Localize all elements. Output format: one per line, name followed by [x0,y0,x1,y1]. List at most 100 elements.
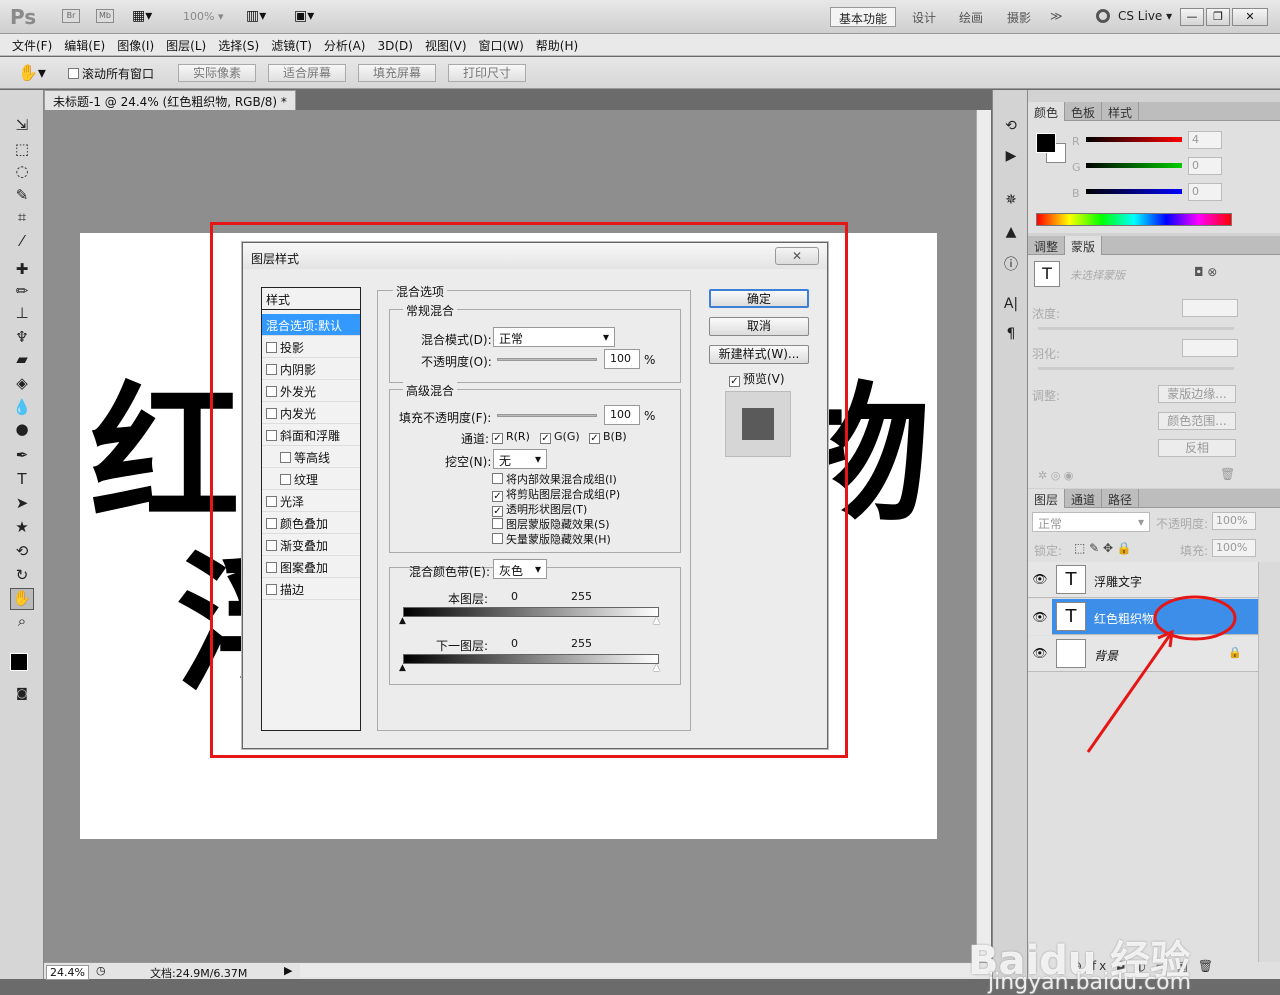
mask-edge-button[interactable]: 蒙版边缘... [1158,385,1236,403]
actual-pixels-button[interactable]: 实际像素 [178,64,256,82]
tab-swatches[interactable]: 色板 [1065,102,1103,121]
healing-brush-tool-icon[interactable]: ✚ [10,260,34,282]
this-layer-black-handle[interactable]: ▲ [399,616,406,626]
layer-opacity-value[interactable]: 100% [1212,512,1256,530]
new-style-button[interactable]: 新建样式(W)... [709,345,809,364]
eye-icon[interactable]: 👁 [1032,572,1048,586]
style-item-stroke[interactable]: 描边 [262,578,360,600]
blend-mode-select[interactable]: 正常 ▾ [493,327,615,347]
actions-panel-icon[interactable]: ▶ [1001,148,1021,168]
blend-if-select[interactable]: 灰色 ▾ [493,559,547,579]
quick-mask-icon[interactable]: ◙ [10,686,34,708]
tab-color[interactable]: 颜色 [1028,102,1066,121]
density-value[interactable] [1182,299,1238,317]
r-slider[interactable] [1086,137,1182,142]
style-item-contour[interactable]: 等高线 [262,446,360,468]
tab-styles[interactable]: 样式 [1102,102,1140,121]
foreground-color-swatch[interactable] [10,653,28,671]
feather-slider[interactable] [1038,367,1234,370]
g-value[interactable]: 0 [1188,157,1222,175]
opacity-input[interactable]: 100 [604,349,640,369]
menu-help[interactable]: 帮助(H) [530,34,584,54]
fill-opacity-input[interactable]: 100 [604,405,640,425]
density-slider[interactable] [1038,327,1234,330]
move-tool-icon[interactable]: ⇲ [10,116,34,138]
tab-channels[interactable]: 通道 [1065,489,1103,508]
hand-tool-icon[interactable]: ✋ [10,588,34,610]
eraser-tool-icon[interactable]: ▰ [10,350,34,372]
menu-edit[interactable]: 编辑(E) [58,34,111,54]
mask-footer-icons[interactable]: ✲ ◎ ◉ [1038,469,1073,482]
3d-orbit-tool-icon[interactable]: ↻ [10,566,34,588]
horizontal-scrollbar[interactable] [300,964,975,977]
screen-mode-icon[interactable]: ▦▾ [132,8,152,24]
layer-fill-value[interactable]: 100% [1212,539,1256,557]
workspace-painting[interactable]: 绘画 [951,7,991,27]
style-item-gradient-overlay[interactable]: 渐变叠加 [262,534,360,556]
dodge-tool-icon[interactable]: ● [10,420,34,442]
fit-screen-button[interactable]: 适合屏幕 [268,64,346,82]
style-item-pattern-overlay[interactable]: 图案叠加 [262,556,360,578]
workspace-photography[interactable]: 摄影 [999,7,1039,27]
style-item-outer-glow[interactable]: 外发光 [262,380,360,402]
blend-interior-effects-checkbox[interactable]: 将内部效果混合成组(I) [492,471,617,487]
style-item-satin[interactable]: 光泽 [262,490,360,512]
menu-3d[interactable]: 3D(D) [371,36,418,53]
style-item-color-overlay[interactable]: 颜色叠加 [262,512,360,534]
more-workspaces-icon[interactable]: ≫ [1042,7,1071,27]
this-layer-gradient-slider[interactable] [403,607,659,617]
preview-checkbox[interactable]: ✓ 预览(V) [729,370,785,387]
dialog-close-button[interactable]: ✕ [775,247,819,265]
this-layer-white-handle[interactable]: ▲ [653,616,660,626]
restore-button[interactable]: ❐ [1206,8,1230,26]
style-item-inner-glow[interactable]: 内发光 [262,402,360,424]
info-panel-icon[interactable]: ⓘ [1001,254,1021,274]
shape-tool-icon[interactable]: ★ [10,518,34,540]
lock-icons[interactable]: ⬚ ✎ ✥ 🔒 [1074,541,1132,555]
tab-paths[interactable]: 路径 [1102,489,1140,508]
workspace-design[interactable]: 设计 [904,7,944,27]
menu-analysis[interactable]: 分析(A) [318,34,372,54]
underlying-layer-white-handle[interactable]: ▲ [653,663,660,673]
vertical-scrollbar[interactable] [976,110,991,962]
color-range-button[interactable]: 颜色范围... [1158,412,1236,430]
fill-opacity-slider[interactable] [497,414,597,417]
paragraph-panel-icon[interactable]: ¶ [1001,326,1021,346]
feather-value[interactable] [1182,339,1238,357]
delete-mask-icon[interactable]: 🗑 [1220,467,1235,481]
underlying-layer-gradient-slider[interactable] [403,654,659,664]
b-value[interactable]: 0 [1188,183,1222,201]
tab-masks[interactable]: 蒙版 [1065,236,1103,255]
menu-filter[interactable]: 滤镜(T) [265,34,318,54]
eyedropper-tool-icon[interactable]: ⁄ [10,232,34,254]
opacity-slider[interactable] [497,358,597,361]
r-value[interactable]: 4 [1188,131,1222,149]
close-window-button[interactable]: ✕ [1232,8,1268,26]
b-slider[interactable] [1086,189,1182,194]
transparency-shapes-layer-checkbox[interactable]: ✓ 透明形状图层(T) [492,501,587,517]
tab-adjustments[interactable]: 调整 [1028,236,1066,255]
menu-select[interactable]: 选择(S) [212,34,265,54]
underlying-layer-black-handle[interactable]: ▲ [399,663,406,673]
channel-g-checkbox[interactable]: ✓ G(G) [540,430,580,444]
character-panel-icon[interactable]: A| [1001,296,1021,316]
3d-rotate-tool-icon[interactable]: ⟲ [10,542,34,564]
history-panel-icon[interactable]: ⟲ [1001,118,1021,138]
layer-mask-hides-effects-checkbox[interactable]: 图层蒙版隐藏效果(S) [492,516,610,532]
channel-b-checkbox[interactable]: ✓ B(B) [589,430,627,444]
layer-blend-mode-select[interactable]: 正常 ▾ [1032,512,1150,532]
3d-panel-icon[interactable]: ✵ [1001,192,1021,212]
document-tab[interactable]: 未标题-1 @ 24.4% (红色粗织物, RGB/8) * ✕ [44,90,296,125]
style-item-drop-shadow[interactable]: 投影 [262,336,360,358]
arrange-documents-icon[interactable]: ▥▾ [246,8,266,24]
style-item-bevel-emboss[interactable]: 斜面和浮雕 [262,424,360,446]
blend-clipped-layers-checkbox[interactable]: ✓ 将剪贴图层混合成组(P) [492,486,620,502]
menu-layer[interactable]: 图层(L) [160,34,212,54]
zoom-dropdown[interactable]: 100% ▾ [183,10,223,23]
quick-select-tool-icon[interactable]: ✎ [10,186,34,208]
history-brush-tool-icon[interactable]: ♆ [10,328,34,350]
select-pixel-mask-icon[interactable]: ◘ ⊗ [1194,265,1217,279]
lasso-tool-icon[interactable]: ◌ [10,162,34,184]
blur-tool-icon[interactable]: 💧 [10,398,34,420]
style-item-blending-options[interactable]: 混合选项:默认 [262,314,360,336]
